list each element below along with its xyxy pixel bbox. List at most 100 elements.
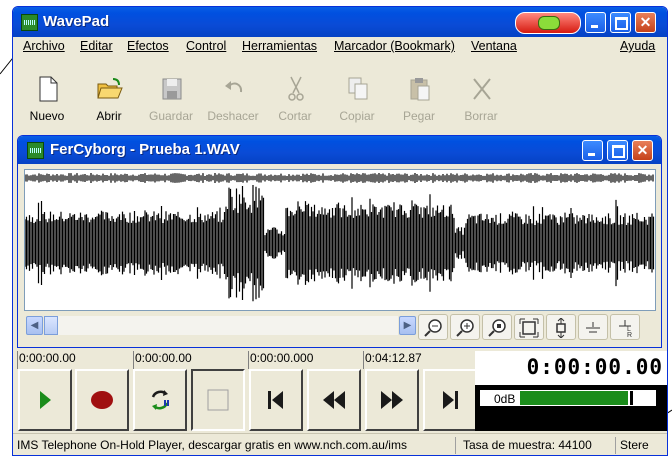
- doc-maximize-button[interactable]: [607, 140, 628, 161]
- fast-forward-button[interactable]: [365, 369, 419, 431]
- zoom-in-button[interactable]: [450, 314, 480, 340]
- close-icon: ✕: [639, 14, 652, 30]
- zoom-out-icon: [424, 319, 442, 337]
- paste-button[interactable]: Pegar: [389, 73, 449, 129]
- rewind-button[interactable]: [307, 369, 361, 431]
- go-to-end-button[interactable]: [423, 369, 477, 431]
- waveform-scroll-row: ◀ ▶ RL: [24, 312, 656, 342]
- fast-forward-icon: [381, 391, 403, 409]
- zoom-selection-button[interactable]: [482, 314, 512, 340]
- stop-button[interactable]: [191, 369, 245, 431]
- menu-herramientas[interactable]: Herramientas: [242, 39, 317, 53]
- scroll-thumb[interactable]: [44, 316, 58, 335]
- zoom-vertical-button[interactable]: [546, 314, 576, 340]
- document-title: FerCyborg - Prueba 1.WAV: [50, 141, 240, 158]
- open-folder-icon: [97, 78, 123, 99]
- delete-label: Borrar: [464, 109, 498, 123]
- open-button[interactable]: Abrir: [79, 73, 139, 129]
- close-icon: ✕: [636, 142, 649, 158]
- zoom-vertical-icon: [556, 318, 566, 338]
- document-icon: [27, 142, 44, 159]
- record-button[interactable]: [75, 369, 129, 431]
- open-label: Abrir: [96, 109, 122, 123]
- vertical-scale-icon: [586, 322, 600, 333]
- doc-minimize-button[interactable]: [582, 140, 603, 161]
- nvidia-button[interactable]: [515, 12, 581, 34]
- maximize-icon: [608, 141, 627, 160]
- menu-archivo[interactable]: Archivo: [23, 39, 65, 53]
- stereo-button[interactable]: RL: [610, 314, 640, 340]
- title-bar[interactable]: WavePad ✕: [13, 7, 667, 37]
- menu-ayuda[interactable]: Ayuda: [620, 39, 655, 53]
- scroll-right-button[interactable]: ▶: [399, 316, 416, 335]
- scroll-left-button[interactable]: ◀: [26, 316, 43, 335]
- save-button[interactable]: Guardar: [141, 73, 201, 129]
- minimize-icon: [586, 13, 605, 32]
- undo-label: Deshacer: [207, 109, 259, 123]
- paste-label: Pegar: [402, 109, 436, 123]
- go-to-start-icon: [268, 391, 283, 409]
- menu-ventana[interactable]: Ventana: [471, 39, 517, 53]
- status-channels: Stere: [620, 438, 649, 452]
- new-file-icon: [39, 76, 58, 102]
- zoom-full-button[interactable]: [514, 314, 544, 340]
- record-icon: [91, 391, 113, 409]
- maximize-button[interactable]: [610, 12, 631, 33]
- loop-icon: [151, 390, 169, 410]
- new-label: Nuevo: [29, 109, 65, 123]
- time-clock: 0:00:00.00: [475, 351, 667, 385]
- undo-button[interactable]: Deshacer: [203, 73, 263, 129]
- cut-icon: [288, 76, 304, 101]
- zoom-full-icon: [519, 318, 539, 338]
- window-title: WavePad: [43, 13, 110, 30]
- status-message[interactable]: IMS Telephone On-Hold Player, descargar …: [17, 438, 407, 452]
- go-to-end-icon: [443, 391, 458, 409]
- time-total: 0:04:12.87: [363, 351, 422, 369]
- menu-editar[interactable]: Editar: [80, 39, 113, 53]
- waveform-overview[interactable]: [25, 173, 655, 183]
- meter-label: 0dB: [494, 392, 516, 406]
- level-meter: 0dB: [475, 385, 667, 431]
- status-bar: IMS Telephone On-Hold Player, descargar …: [13, 433, 667, 455]
- waveform-view[interactable]: [24, 169, 656, 311]
- menu-control[interactable]: Control: [186, 39, 226, 53]
- vertical-scale-button[interactable]: [578, 314, 608, 340]
- go-to-start-button[interactable]: [249, 369, 303, 431]
- save-label: Guardar: [148, 109, 194, 123]
- status-divider: [615, 437, 616, 454]
- new-button[interactable]: Nuevo: [17, 73, 77, 129]
- scroll-track[interactable]: [58, 316, 398, 335]
- meter-bar: 0dB: [479, 389, 657, 407]
- status-divider: [455, 437, 456, 454]
- waveform-display[interactable]: [25, 185, 655, 310]
- document-title-bar[interactable]: FerCyborg - Prueba 1.WAV ✕: [18, 136, 661, 164]
- zoom-out-button[interactable]: [418, 314, 448, 340]
- play-button[interactable]: [18, 369, 72, 431]
- paste-icon: [410, 78, 430, 101]
- doc-close-button[interactable]: ✕: [632, 140, 653, 161]
- cut-label: Cortar: [278, 109, 312, 123]
- menu-marcador[interactable]: Marcador (Bookmark): [334, 39, 455, 53]
- delete-button[interactable]: Borrar: [451, 73, 511, 129]
- stop-icon: [207, 389, 229, 411]
- clock-value: 0:00:00.00: [526, 355, 663, 379]
- stereo-icon: RL: [619, 320, 632, 338]
- time-start: 0:00:00.00: [17, 351, 76, 369]
- time-selection-start: 0:00:00.00: [133, 351, 192, 369]
- copy-label: Copiar: [339, 109, 375, 123]
- menu-bar: Archivo Editar Efectos Control Herramien…: [13, 37, 667, 57]
- save-icon: [162, 78, 182, 100]
- transport-controls: [17, 365, 477, 431]
- minimize-button[interactable]: [585, 12, 606, 33]
- loop-button[interactable]: [133, 369, 187, 431]
- zoom-in-icon: [456, 319, 474, 337]
- close-button[interactable]: ✕: [635, 12, 656, 33]
- toolbar: Nuevo Abrir Guardar Deshacer Cortar Copi…: [13, 59, 667, 131]
- minimize-icon: [583, 141, 602, 160]
- menu-efectos[interactable]: Efectos: [127, 39, 169, 53]
- cut-button[interactable]: Cortar: [265, 73, 325, 129]
- time-selection-length: 0:00:00.000: [247, 351, 314, 369]
- copy-button[interactable]: Copiar: [327, 73, 387, 129]
- svg-text:L: L: [627, 326, 631, 333]
- rewind-icon: [323, 391, 345, 409]
